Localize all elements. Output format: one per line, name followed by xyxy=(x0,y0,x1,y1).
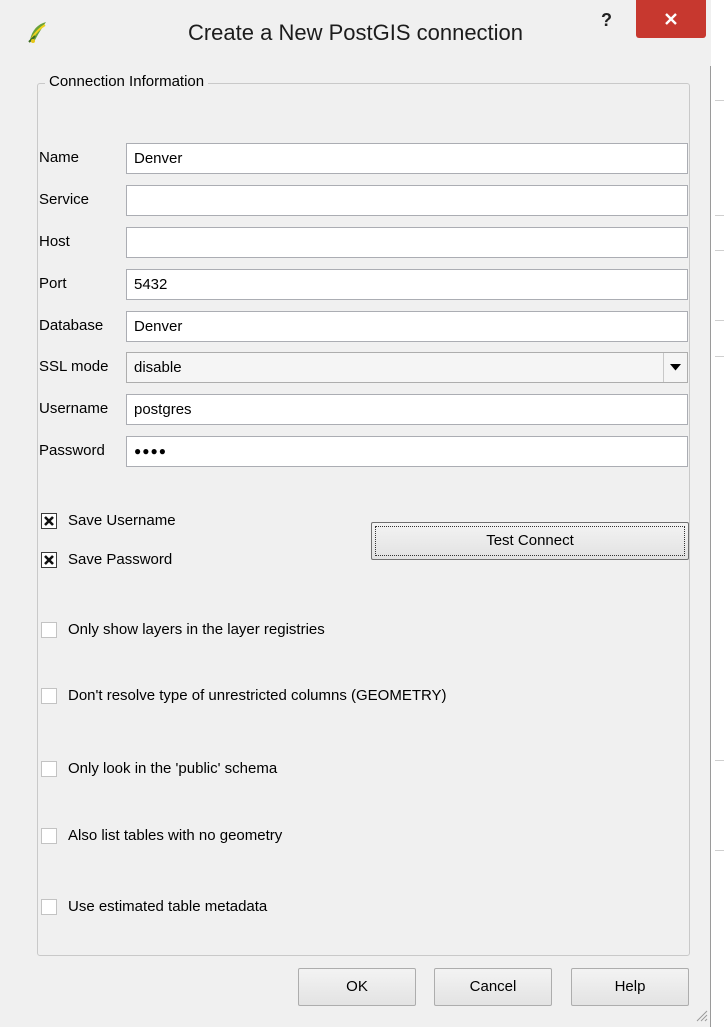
only-public-label: Only look in the 'public' schema xyxy=(68,760,278,777)
edge-divider xyxy=(715,250,724,251)
save-username-label: Save Username xyxy=(68,512,176,529)
test-connect-label: Test Connect xyxy=(486,532,574,549)
dont-resolve-label: Don't resolve type of unrestricted colum… xyxy=(68,687,447,704)
dont-resolve-checkbox[interactable] xyxy=(41,688,57,704)
edge-divider xyxy=(715,356,724,357)
service-label: Service xyxy=(39,191,90,208)
username-label: Username xyxy=(39,400,109,417)
context-help-button[interactable]: ? xyxy=(601,10,612,31)
test-connect-button[interactable]: Test Connect xyxy=(371,522,689,560)
name-label: Name xyxy=(39,149,80,166)
name-field[interactable]: Denver xyxy=(126,143,688,174)
host-label: Host xyxy=(39,233,70,250)
no-geometry-checkbox[interactable] xyxy=(41,828,57,844)
only-public-checkbox[interactable] xyxy=(41,761,57,777)
port-field[interactable]: 5432 xyxy=(126,269,688,300)
group-title: Connection Information xyxy=(45,73,209,90)
edge-divider xyxy=(715,100,724,101)
host-field[interactable] xyxy=(126,227,688,258)
port-label: Port xyxy=(39,275,67,292)
ok-button[interactable]: OK xyxy=(298,968,416,1006)
checkmark-x-icon xyxy=(44,516,54,526)
save-username-checkbox[interactable] xyxy=(41,513,57,529)
close-button[interactable] xyxy=(636,0,706,38)
no-geometry-label: Also list tables with no geometry xyxy=(68,827,283,844)
edge-divider xyxy=(715,850,724,851)
title-bar: Create a New PostGIS connection ? xyxy=(0,0,711,66)
password-label: Password xyxy=(39,442,105,459)
only-registries-label: Only show layers in the layer registries xyxy=(68,621,325,638)
edge-divider xyxy=(715,215,724,216)
database-label: Database xyxy=(39,317,104,334)
help-button[interactable]: Help xyxy=(571,968,689,1006)
dialog-window: Create a New PostGIS connection ? Connec… xyxy=(0,0,711,1027)
username-field[interactable]: postgres xyxy=(126,394,688,425)
database-field[interactable]: Denver xyxy=(126,311,688,342)
password-field[interactable]: ●●●● xyxy=(126,436,688,467)
edge-divider xyxy=(715,320,724,321)
checkmark-x-icon xyxy=(44,555,54,565)
ssl-mode-label: SSL mode xyxy=(39,358,109,375)
cancel-button[interactable]: Cancel xyxy=(434,968,552,1006)
save-password-label: Save Password xyxy=(68,551,173,568)
close-icon xyxy=(665,13,677,25)
resize-grip-icon[interactable] xyxy=(694,1008,708,1022)
background-window-edge xyxy=(711,0,725,1027)
save-password-checkbox[interactable] xyxy=(41,552,57,568)
ssl-mode-value: disable xyxy=(134,359,182,376)
chevron-down-icon xyxy=(670,364,681,371)
estimated-metadata-label: Use estimated table metadata xyxy=(68,898,268,915)
service-field[interactable] xyxy=(126,185,688,216)
only-registries-checkbox[interactable] xyxy=(41,622,57,638)
dropdown-arrow[interactable] xyxy=(663,353,687,382)
edge-divider xyxy=(715,760,724,761)
estimated-metadata-checkbox[interactable] xyxy=(41,899,57,915)
ssl-mode-select[interactable]: disable xyxy=(126,352,688,383)
